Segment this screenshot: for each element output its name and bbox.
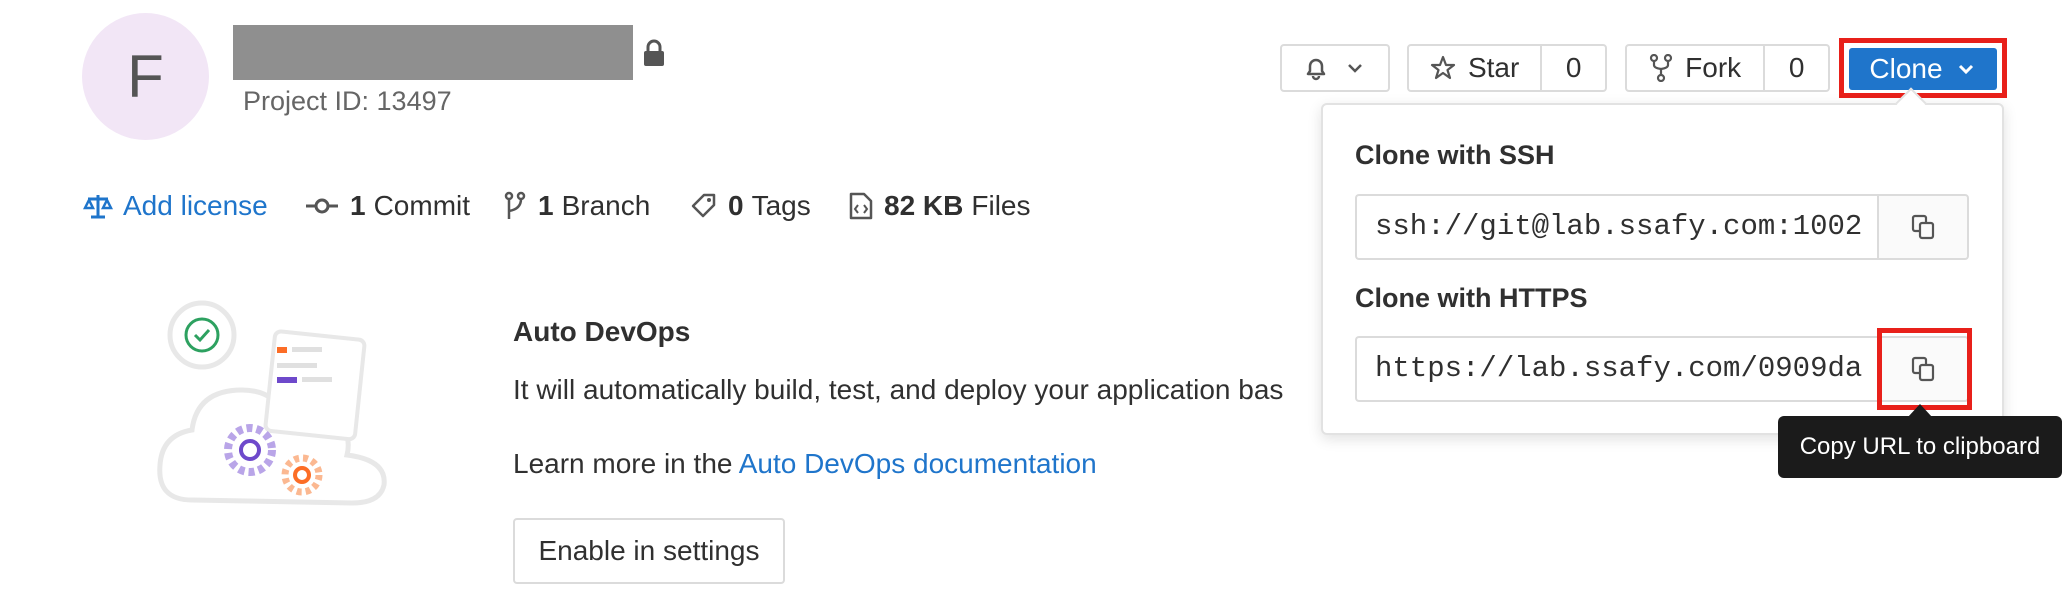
auto-devops-description: It will automatically build, test, and d… [513, 374, 1284, 405]
notification-button[interactable] [1280, 44, 1390, 92]
add-license-label: Add license [123, 190, 268, 221]
ssh-url-input[interactable]: ssh://git@lab.ssafy.com:1002 [1355, 194, 1877, 260]
project-name-redacted [233, 25, 633, 80]
star-button-group: Star 0 [1407, 44, 1607, 92]
auto-devops-learn-more: Learn more in the Auto DevOps documentat… [513, 448, 1097, 480]
tag-icon [691, 193, 716, 218]
commits-count: 1 [350, 190, 366, 221]
star-label: Star [1467, 52, 1520, 83]
project-avatar[interactable]: F [82, 13, 209, 140]
files-size: 82 KB [884, 190, 964, 221]
enable-in-settings-button[interactable]: Enable in settings [513, 518, 785, 584]
star-icon [1430, 55, 1456, 80]
file-code-icon [849, 192, 873, 220]
fork-button[interactable]: Fork [1627, 46, 1763, 90]
copy-ssh-button[interactable] [1877, 194, 1969, 260]
fork-count-value: 0 [1788, 52, 1805, 83]
commits-label: Commit [373, 190, 471, 221]
enable-in-settings-label: Enable in settings [538, 535, 760, 566]
branch-icon [504, 191, 526, 219]
fork-button-group: Fork 0 [1625, 44, 1830, 92]
fork-icon [1650, 54, 1673, 82]
learn-more-prefix: Learn more in the [513, 448, 733, 479]
tags-count: 0 [728, 190, 744, 221]
clone-ssh-title: Clone with SSH [1355, 140, 1555, 170]
branches-label: Branch [561, 190, 651, 221]
fork-label: Fork [1685, 52, 1742, 83]
bell-icon [1306, 58, 1326, 81]
copy-highlight-box [1877, 328, 1972, 410]
star-count-value: 0 [1565, 52, 1582, 83]
tags-label: Tags [751, 190, 811, 221]
add-license-link[interactable]: Add license [83, 186, 268, 226]
auto-devops-illustration [152, 295, 400, 525]
star-count[interactable]: 0 [1542, 46, 1605, 90]
project-id: Project ID: 13497 [243, 86, 452, 116]
chevron-down-icon [1348, 64, 1362, 73]
commit-icon [306, 198, 338, 214]
files-label: Files [971, 190, 1031, 221]
branches-count: 1 [538, 190, 554, 221]
clone-https-title: Clone with HTTPS [1355, 283, 1588, 313]
scale-icon [83, 195, 113, 219]
commits-link[interactable]: 1 Commit [304, 186, 470, 226]
branches-link[interactable]: 1 Branch [502, 186, 650, 226]
avatar-letter: F [127, 43, 164, 110]
clone-label: Clone [1869, 53, 1943, 84]
clone-button[interactable]: Clone [1849, 48, 1997, 90]
copy-url-tooltip: Copy URL to clipboard [1778, 416, 2062, 478]
chevron-down-icon [1958, 64, 1973, 75]
star-button[interactable]: Star [1409, 46, 1540, 90]
https-url-input[interactable]: https://lab.ssafy.com/0909da [1355, 336, 1877, 402]
tags-link[interactable]: 0 Tags [690, 186, 811, 226]
copy-icon [1911, 214, 1935, 240]
auto-devops-title: Auto DevOps [513, 316, 691, 347]
lock-icon [642, 38, 666, 68]
auto-devops-docs-link[interactable]: Auto DevOps documentation [739, 448, 1097, 479]
files-link[interactable]: 82 KB Files [848, 186, 1031, 226]
fork-count[interactable]: 0 [1765, 46, 1828, 90]
